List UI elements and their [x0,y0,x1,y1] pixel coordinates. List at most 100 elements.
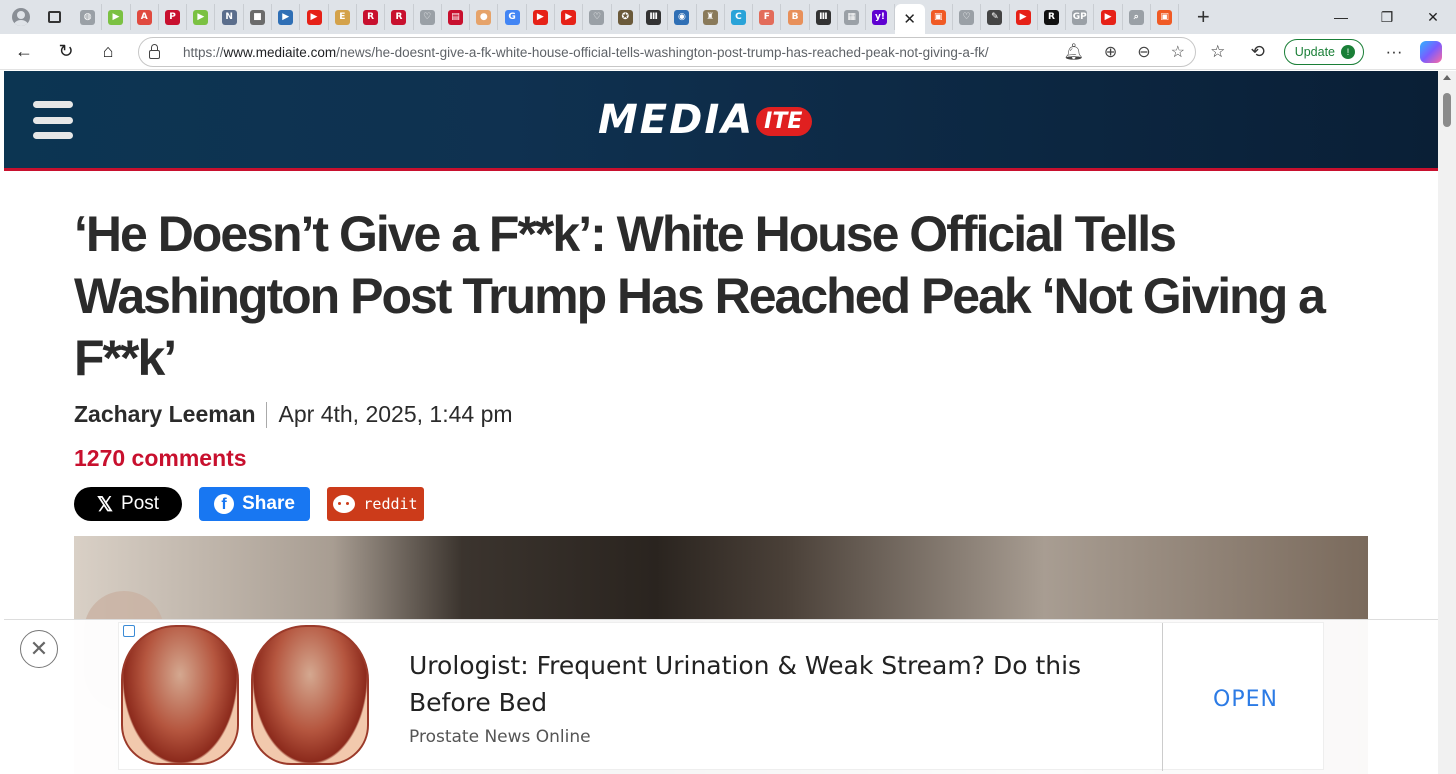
browser-tab[interactable]: R [1038,4,1067,30]
browser-tab[interactable]: ▶ [1010,4,1038,30]
maximize-button[interactable]: ❐ [1364,0,1410,34]
comments-link[interactable]: 1270 comments [74,445,1374,472]
x-logo-icon: 𝕏 [96,493,114,516]
ad-title[interactable]: Urologist: Frequent Urination & Weak Str… [409,647,1109,721]
update-label: Update [1294,45,1335,59]
share-x-button[interactable]: 𝕏 Post [74,487,182,521]
browser-tab[interactable]: Ⅲ [640,4,669,30]
news-icon: N [221,9,237,25]
shield-icon: ◉ [674,9,690,25]
browser-tab[interactable]: ♡ [953,4,982,30]
doc-icon: ▤ [448,9,463,25]
browser-tab[interactable]: ▦ [838,4,867,30]
back-button[interactable]: ← [6,37,42,67]
scroll-thumb[interactable] [1443,93,1451,127]
browser-tab[interactable]: ▶ [555,4,584,30]
search-icon: ⌕ [1128,9,1144,25]
browser-tab[interactable]: P [159,4,188,30]
browser-tab[interactable]: GP [1066,4,1095,30]
close-window-button[interactable]: ✕ [1410,0,1456,34]
zoom-icon[interactable]: ⊕ [1104,42,1117,62]
ad-image[interactable] [119,623,369,771]
browser-tab[interactable]: ✎ [981,4,1010,30]
browser-tab[interactable]: Ⅲ [810,4,839,30]
browser-tab[interactable]: C [725,4,754,30]
youtube-icon: ▶ [561,9,577,25]
browser-tab[interactable]: ▣ [1151,4,1180,30]
browser-tab[interactable]: ♜ [697,4,725,30]
browser-tab[interactable]: ◍ [74,4,103,30]
url-path: /news/he-doesnt-give-a-fk-white-house-of… [336,44,989,60]
update-button[interactable]: Update! [1283,39,1364,65]
browser-tab[interactable]: y! [866,4,895,30]
youtube-icon: ▶ [532,9,548,25]
browser-tab[interactable]: ♡ [414,4,442,30]
history-icon[interactable]: ⟲ [1238,42,1278,62]
browser-tab[interactable]: B [781,4,810,30]
toolbar-right: ☆ ⟲ Update! ··· [1198,34,1456,70]
browser-tab[interactable]: E [329,4,357,30]
share-facebook-button[interactable]: f Share [199,487,310,521]
home-button[interactable]: ⌂ [90,37,126,67]
bars-icon: Ⅲ [815,9,831,25]
tab-actions-button[interactable] [40,4,68,30]
browser-tab[interactable]: ▶ [102,4,131,30]
share-reddit-button[interactable]: reddit [327,487,424,521]
url-text[interactable]: https://www.mediaite.com/news/he-doesnt-… [183,45,989,60]
adobe-icon: A [136,9,152,25]
browser-tab[interactable]: ▣ [925,4,953,30]
browser-tab[interactable]: ● [470,4,499,30]
google-icon: G [504,9,520,25]
ad-close-icon[interactable]: ✕ [20,630,58,668]
lock-icon[interactable] [139,43,169,59]
browser-tab[interactable]: R [385,4,414,30]
reader-icon[interactable]: ⊖ [1137,42,1150,62]
reddit-logo-icon [333,495,356,513]
site-logo[interactable]: MEDIA ITE [598,97,813,143]
heart-icon: ♡ [589,9,605,25]
share-x-label: Post [121,493,160,514]
minimize-button[interactable]: — [1318,0,1364,34]
ad-open-button[interactable]: OPEN [1213,687,1278,712]
window-controls: — ❐ ✕ [1318,0,1456,34]
share-buttons: 𝕏 Post f Share reddit [74,487,1374,521]
reload-button[interactable]: ↻ [48,37,84,67]
favorite-star-icon[interactable]: ☆ [1171,42,1185,62]
scroll-up-icon[interactable] [1443,75,1451,80]
adchoices-icon[interactable] [123,625,135,637]
browser-tab[interactable]: ▶ [527,4,556,30]
image-icon: ▦ [844,9,860,25]
browser-tab[interactable]: ■ [244,4,273,30]
browser-tab[interactable]: ▶ [272,4,301,30]
browser-tab[interactable]: F [753,4,782,30]
browser-tab[interactable]: ✪ [612,4,640,30]
copilot-icon[interactable] [1420,41,1442,63]
browser-tab[interactable]: ▤ [442,4,471,30]
browser-tab[interactable]: G [498,4,527,30]
active-tab[interactable]: ✕ [894,4,925,34]
browser-tab[interactable]: ▶ [300,4,329,30]
seal-icon: ✪ [617,9,633,25]
browser-tab[interactable]: A [131,4,159,30]
browser-tab[interactable]: ▶ [1094,4,1123,30]
youtube-icon: ▶ [1015,9,1031,25]
publish-date: Apr 4th, 2025, 1:44 pm [278,401,513,427]
browser-tab[interactable]: N [215,4,244,30]
close-tab-icon[interactable]: ✕ [903,10,916,28]
browser-tab[interactable]: ♡ [583,4,612,30]
browser-tab[interactable]: R [357,4,386,30]
favorites-icon[interactable]: ☆ [1198,42,1238,62]
browser-tab[interactable]: ▶ [187,4,216,30]
profile-avatar[interactable] [6,2,36,32]
article-headline: ‘He Doesn’t Give a F**k’: White House Of… [74,206,1326,386]
hamburger-menu-icon[interactable] [33,101,73,139]
new-tab-button[interactable]: + [1187,4,1219,30]
bell-icon[interactable]: 🔔︎ [1064,42,1084,62]
author-link[interactable]: Zachary Leeman [74,401,256,428]
ad-card[interactable]: Urologist: Frequent Urination & Weak Str… [118,622,1324,771]
browser-tab[interactable]: ◉ [668,4,697,30]
browser-tab[interactable]: ⌕ [1123,4,1151,30]
more-menu-icon[interactable]: ··· [1374,42,1414,62]
address-bar[interactable]: https://www.mediaite.com/news/he-doesnt-… [138,37,1196,67]
page-scrollbar[interactable] [1438,71,1456,774]
